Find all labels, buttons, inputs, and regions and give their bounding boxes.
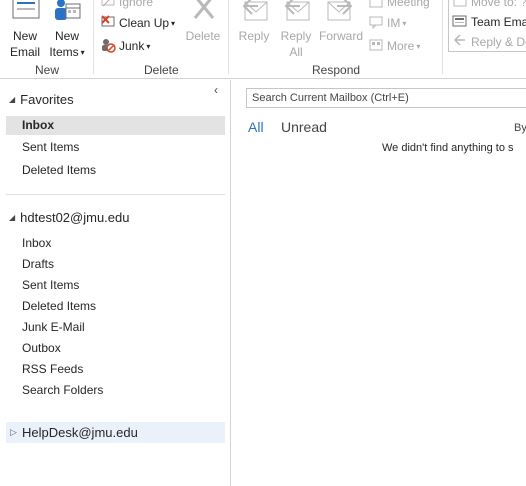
im-button[interactable]: IM ▾ [368,13,406,33]
meeting-label: Meeting [387,0,430,9]
favorites-item-sent-items[interactable]: Sent Items [6,138,225,157]
favorites-header-label: Favorites [20,92,74,107]
im-label: IM [387,16,401,30]
forward-label: Forward [318,29,363,43]
delete-label: Delete [185,29,221,43]
new-items-icon [55,0,81,20]
account-header-label: hdtest02@jmu.edu [20,210,130,225]
move-to-icon [453,0,467,7]
more-label: More [387,39,415,53]
reply-all-label: Reply All [280,29,312,59]
expanded-triangle-icon: ◢ [9,213,16,222]
chevron-down-icon: ▾ [80,48,85,57]
folder-outbox[interactable]: Outbox [6,339,225,358]
folder-deleted-items[interactable]: Deleted Items [6,297,225,316]
meeting-icon [369,0,383,8]
new-email-button[interactable]: New Email [6,0,44,60]
clean-up-icon [101,15,115,27]
forward-icon [327,0,353,21]
message-list: Search Current Mailbox (Ctrl+E) All Unre… [232,80,526,486]
chevron-down-icon: ▾ [416,42,421,51]
new-items-button[interactable]: New Items ▾ [46,0,88,61]
sort-by-button[interactable]: By [514,122,526,134]
favorites-header[interactable]: ◢ Favorites [9,92,74,107]
reply-all-button[interactable]: Reply All [277,0,315,60]
new-email-icon [12,0,40,19]
expanded-triangle-icon: ◢ [9,95,16,104]
reply-all-icon [284,0,310,21]
reply-label: Reply [238,29,270,43]
more-button[interactable]: More ▾ [368,36,420,56]
move-to-label: Move to: ? [471,0,526,9]
quick-step-reply-delete[interactable]: Reply & De [452,32,526,52]
ignore-label: Ignore [119,0,154,9]
new-items-label: New Items [49,29,79,59]
folder-inbox[interactable]: Inbox [6,234,225,253]
group-divider [228,0,229,74]
junk-icon [102,39,116,53]
reply-button[interactable]: Reply [235,0,273,44]
quick-step-move-to[interactable]: Move to: ? [452,0,526,12]
filter-all-tab[interactable]: All [248,119,264,135]
favorites-item-inbox[interactable]: Inbox [6,116,225,135]
group-divider [93,0,94,74]
ignore-button[interactable]: Ignore [100,0,153,12]
new-email-label: New Email [9,29,40,59]
folder-rss-feeds[interactable]: RSS Feeds [6,360,225,379]
quick-step-team-email[interactable]: Team Emai [452,12,526,32]
chevron-down-icon: ▾ [402,19,407,28]
helpdesk-header-label: HelpDesk@jmu.edu [22,425,138,440]
search-placeholder: Search Current Mailbox (Ctrl+E) [252,92,409,104]
chevron-down-icon: ▾ [146,42,151,51]
team-email-icon [452,15,467,27]
more-icon [369,39,383,51]
collapsed-triangle-icon: ▷ [10,427,17,437]
group-divider [442,0,443,74]
helpdesk-account-header[interactable]: ▷ HelpDesk@jmu.edu [6,422,225,443]
folder-search-folders[interactable]: Search Folders [6,381,225,400]
search-input[interactable]: Search Current Mailbox (Ctrl+E) [246,88,526,108]
ribbon: New Email New Items ▾ New Ignore Clean Up… [0,0,526,79]
nav-divider [6,194,225,195]
folder-drafts[interactable]: Drafts [6,255,225,274]
respond-group-label: Respond [312,63,361,77]
filter-unread-tab[interactable]: Unread [281,119,327,135]
favorites-item-deleted-items[interactable]: Deleted Items [6,161,225,180]
delete-button[interactable]: Delete [183,0,223,44]
im-icon [369,16,383,30]
new-group-label: New [35,63,60,77]
folder-sent-items[interactable]: Sent Items [6,276,225,295]
junk-label: Junk [119,39,145,53]
junk-button[interactable]: Junk ▾ [100,36,150,56]
clean-up-label: Clean Up [119,16,170,30]
delete-icon [193,0,215,19]
reply-delete-icon [453,34,465,46]
account-header[interactable]: ◢ hdtest02@jmu.edu [9,210,129,225]
empty-list-message: We didn't find anything to s [382,142,514,154]
ignore-icon [101,0,115,7]
folder-junk-email[interactable]: Junk E-Mail [6,318,225,337]
meeting-button[interactable]: Meeting [368,0,430,12]
clean-up-button[interactable]: Clean Up ▾ [100,13,175,33]
team-email-label: Team Emai [471,15,526,29]
chevron-down-icon: ▾ [171,19,176,28]
delete-group-label: Delete [144,63,179,77]
collapse-pane-icon[interactable]: ‹ [214,83,218,97]
reply-icon [242,0,268,21]
forward-button[interactable]: Forward [317,0,365,44]
folder-pane: ‹ ◢ Favorites Inbox Sent Items Deleted It… [0,80,231,486]
reply-delete-label: Reply & De [471,35,526,49]
